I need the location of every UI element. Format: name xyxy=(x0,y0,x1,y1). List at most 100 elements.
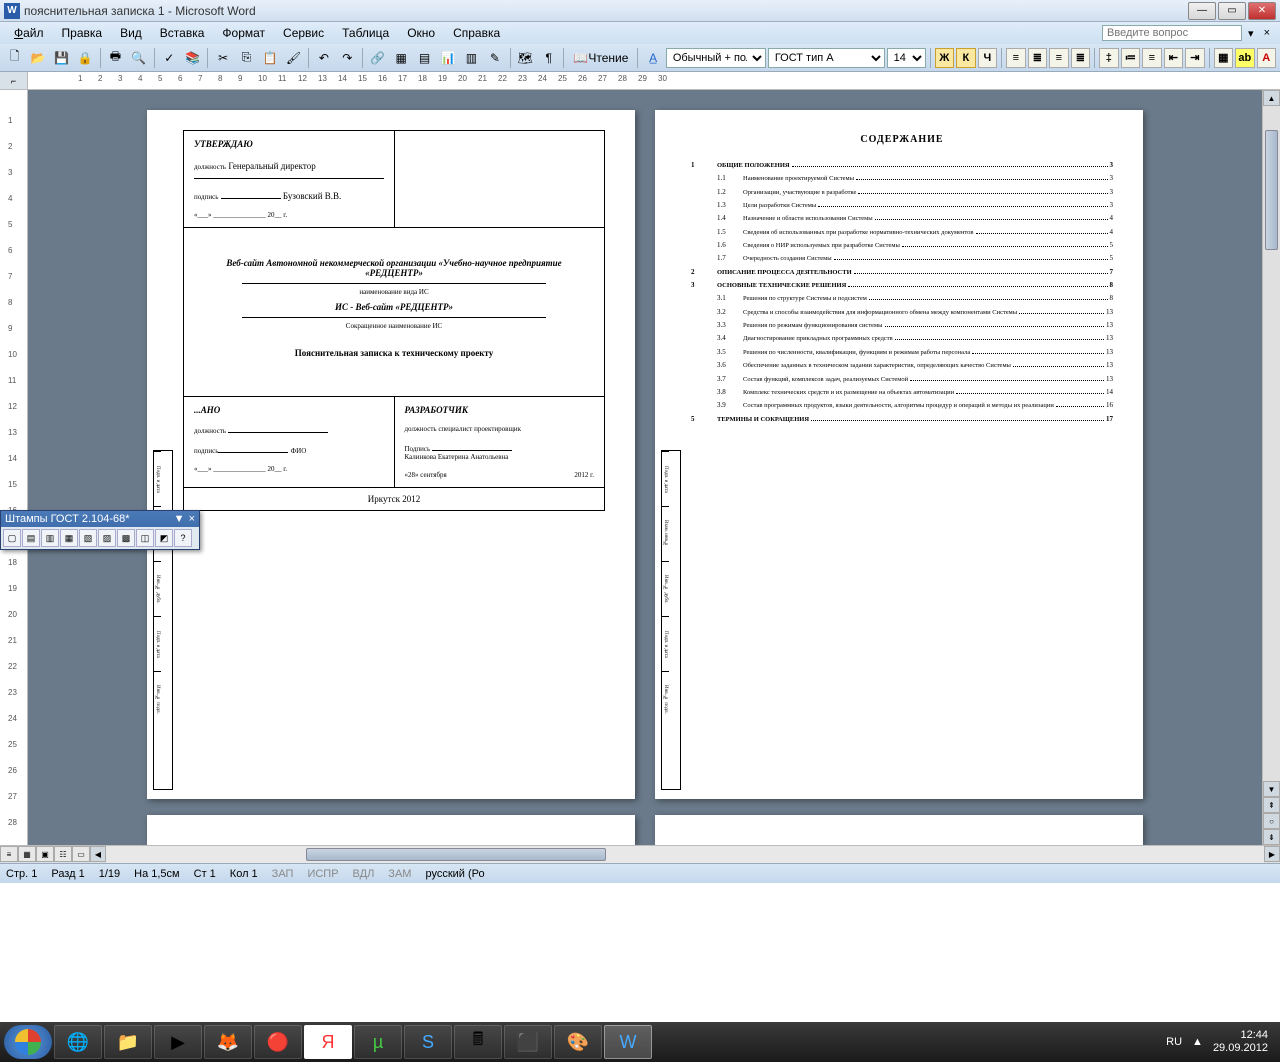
task-yandex-icon[interactable]: Я xyxy=(304,1025,352,1059)
tables-borders-icon[interactable]: ▦ xyxy=(390,47,411,69)
align-justify-button[interactable]: ≣ xyxy=(1071,48,1091,68)
stamp-btn-5[interactable]: ▧ xyxy=(79,529,97,547)
task-skype-icon[interactable]: S xyxy=(404,1025,452,1059)
align-center-button[interactable]: ≣ xyxy=(1028,48,1048,68)
save-icon[interactable]: 💾 xyxy=(51,47,72,69)
page-2[interactable]: Подп. и датаВзам. инв.№Инв. № дубл.Подп.… xyxy=(655,110,1143,799)
reading-view-icon[interactable]: ▭ xyxy=(72,846,90,862)
float-toolbar-dropdown-icon[interactable]: ▼ xyxy=(174,513,185,525)
task-word-icon[interactable]: W xyxy=(604,1025,652,1059)
format-painter-icon[interactable]: 🖌 xyxy=(283,47,304,69)
help-dropdown-icon[interactable]: ▾ xyxy=(1244,27,1258,40)
menu-file[interactable]: Файл xyxy=(6,24,52,42)
menu-format[interactable]: Формат xyxy=(214,24,273,42)
print-view-icon[interactable]: ▣ xyxy=(36,846,54,862)
ruler-tab-selector[interactable]: ⌐ xyxy=(0,72,28,89)
task-calc-icon[interactable]: 🖩 xyxy=(454,1025,502,1059)
styles-pane-icon[interactable]: A̲ xyxy=(642,47,663,69)
borders-button[interactable]: ▦ xyxy=(1214,48,1234,68)
redo-icon[interactable]: ↷ xyxy=(337,47,358,69)
ruler-horizontal[interactable]: ⌐ 12345678910111213141516171819202122232… xyxy=(0,72,1280,90)
page-4-peek[interactable] xyxy=(655,815,1143,845)
bullets-button[interactable]: ≡ xyxy=(1142,48,1162,68)
minimize-button[interactable]: — xyxy=(1188,2,1216,20)
style-combo[interactable]: Обычный + полу xyxy=(666,48,766,68)
menu-insert[interactable]: Вставка xyxy=(152,24,213,42)
undo-icon[interactable]: ↶ xyxy=(313,47,334,69)
task-media-icon[interactable]: ▶ xyxy=(154,1025,202,1059)
page-1[interactable]: Подп. и датаВзам. инв.№Инв. № дубл.Подп.… xyxy=(147,110,635,799)
numbering-button[interactable]: ≔ xyxy=(1121,48,1141,68)
stamp-help-icon[interactable]: ? xyxy=(174,529,192,547)
stamp-btn-7[interactable]: ▩ xyxy=(117,529,135,547)
columns-icon[interactable]: ▥ xyxy=(461,47,482,69)
task-explorer-icon[interactable]: 📁 xyxy=(104,1025,152,1059)
float-toolbar-close-icon[interactable]: × xyxy=(189,513,195,525)
increase-indent-button[interactable]: ⇥ xyxy=(1185,48,1205,68)
web-view-icon[interactable]: ▦ xyxy=(18,846,36,862)
research-icon[interactable]: 📚 xyxy=(182,47,203,69)
line-spacing-button[interactable]: ‡ xyxy=(1099,48,1119,68)
paste-icon[interactable]: 📋 xyxy=(259,47,280,69)
menu-help[interactable]: Справка xyxy=(445,24,508,42)
highlight-button[interactable]: ab xyxy=(1235,48,1255,68)
next-page-icon[interactable]: ⇟ xyxy=(1263,829,1280,845)
doc-close-button[interactable]: × xyxy=(1260,27,1274,39)
cut-icon[interactable]: ✂ xyxy=(212,47,233,69)
bold-button[interactable]: Ж xyxy=(935,48,955,68)
stamp-btn-8[interactable]: ◫ xyxy=(136,529,154,547)
open-icon[interactable]: 📂 xyxy=(27,47,48,69)
scroll-thumb-horizontal[interactable] xyxy=(306,848,606,861)
underline-button[interactable]: Ч xyxy=(978,48,998,68)
decrease-indent-button[interactable]: ⇤ xyxy=(1164,48,1184,68)
tray-flag-icon[interactable]: ▲ xyxy=(1192,1036,1203,1048)
task-app-icon[interactable]: ⬛ xyxy=(504,1025,552,1059)
align-left-button[interactable]: ≡ xyxy=(1006,48,1026,68)
stamp-btn-3[interactable]: ▥ xyxy=(41,529,59,547)
spellcheck-icon[interactable]: ✓ xyxy=(159,47,180,69)
select-browse-icon[interactable]: ○ xyxy=(1263,813,1280,829)
status-language[interactable]: русский (Ро xyxy=(425,868,484,880)
permissions-icon[interactable]: 🔒 xyxy=(74,47,95,69)
close-button[interactable]: ✕ xyxy=(1248,2,1276,20)
outline-view-icon[interactable]: ☷ xyxy=(54,846,72,862)
stamp-btn-4[interactable]: ▦ xyxy=(60,529,78,547)
copy-icon[interactable]: ⎘ xyxy=(236,47,257,69)
new-doc-icon[interactable]: 🗋 xyxy=(4,47,25,69)
scroll-down-icon[interactable]: ▼ xyxy=(1263,781,1280,797)
reading-mode-button[interactable]: 📖 Чтение xyxy=(568,47,633,69)
font-size-combo[interactable]: 14 xyxy=(887,48,926,68)
preview-icon[interactable]: 🔍 xyxy=(128,47,149,69)
prev-page-icon[interactable]: ⇞ xyxy=(1263,797,1280,813)
status-zam[interactable]: ЗАМ xyxy=(388,868,411,880)
print-icon[interactable]: 🖶 xyxy=(105,47,126,69)
scroll-right-icon[interactable]: ▶ xyxy=(1264,846,1280,862)
task-firefox-icon[interactable]: 🦊 xyxy=(204,1025,252,1059)
excel-icon[interactable]: 📊 xyxy=(437,47,458,69)
page-3-peek[interactable] xyxy=(147,815,635,845)
hyperlink-icon[interactable]: 🔗 xyxy=(367,47,388,69)
document-area[interactable]: Подп. и датаВзам. инв.№Инв. № дубл.Подп.… xyxy=(28,90,1262,845)
scroll-left-icon[interactable]: ◀ xyxy=(90,846,106,862)
show-marks-icon[interactable]: ¶ xyxy=(538,47,559,69)
menu-window[interactable]: Окно xyxy=(399,24,443,42)
normal-view-icon[interactable]: ≡ xyxy=(0,846,18,862)
task-utorrent-icon[interactable]: µ xyxy=(354,1025,402,1059)
stamp-btn-1[interactable]: ▢ xyxy=(3,529,21,547)
scroll-thumb-vertical[interactable] xyxy=(1265,130,1278,250)
status-ispr[interactable]: ИСПР xyxy=(307,868,338,880)
stamp-btn-9[interactable]: ◩ xyxy=(155,529,173,547)
horizontal-scrollbar[interactable] xyxy=(106,846,1264,863)
gost-stamps-toolbar[interactable]: Штампы ГОСТ 2.104-68* ▼ × ▢ ▤ ▥ ▦ ▧ ▨ ▩ … xyxy=(0,510,200,550)
drawing-icon[interactable]: ✎ xyxy=(484,47,505,69)
help-search-input[interactable] xyxy=(1102,25,1242,41)
menu-view[interactable]: Вид xyxy=(112,24,150,42)
menu-table[interactable]: Таблица xyxy=(334,24,397,42)
menu-service[interactable]: Сервис xyxy=(275,24,332,42)
system-tray[interactable]: RU ▲ 12:44 29.09.2012 xyxy=(1158,1029,1276,1055)
stamp-btn-2[interactable]: ▤ xyxy=(22,529,40,547)
tray-lang[interactable]: RU xyxy=(1166,1036,1182,1048)
doc-map-icon[interactable]: 🗺 xyxy=(515,47,536,69)
task-opera-icon[interactable]: 🔴 xyxy=(254,1025,302,1059)
status-vdl[interactable]: ВДЛ xyxy=(353,868,375,880)
